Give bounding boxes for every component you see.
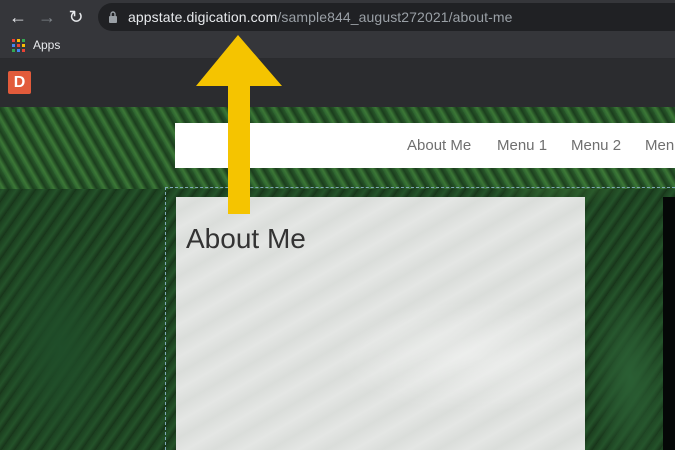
nav-item-menu-1[interactable]: Menu 1 — [497, 137, 547, 154]
url-path: /sample844_august272021/about-me — [277, 9, 513, 25]
url-host: appstate.digication.com — [128, 9, 278, 25]
content-panel: About Me — [176, 197, 585, 450]
digication-logo[interactable]: D — [8, 71, 31, 94]
nav-item-menu-3[interactable]: Men — [645, 137, 674, 154]
forward-arrow-icon[interactable]: → — [36, 6, 58, 28]
bookmarks-bar: Apps — [0, 33, 675, 59]
back-arrow-icon[interactable]: ← — [7, 6, 29, 28]
apps-bookmark[interactable]: Apps — [33, 38, 60, 52]
browser-toolbar: ← → ↻ appstate.digication.com/sample844_… — [0, 0, 675, 33]
url-text: appstate.digication.com/sample844_august… — [128, 9, 513, 25]
page-title: About Me — [186, 223, 306, 254]
lock-icon — [109, 11, 117, 23]
nav-item-about-me[interactable]: About Me — [407, 137, 471, 154]
site-header: About Me Menu 1 Menu 2 Men — [175, 123, 675, 168]
reload-icon[interactable]: ↻ — [65, 6, 87, 28]
address-bar[interactable]: appstate.digication.com/sample844_august… — [98, 3, 675, 31]
digication-toolbar: D — [0, 59, 675, 107]
portfolio-page: About Me Menu 1 Menu 2 Men About Me — [0, 107, 675, 450]
apps-grid-icon[interactable] — [12, 39, 25, 52]
nav-item-menu-2[interactable]: Menu 2 — [571, 137, 621, 154]
